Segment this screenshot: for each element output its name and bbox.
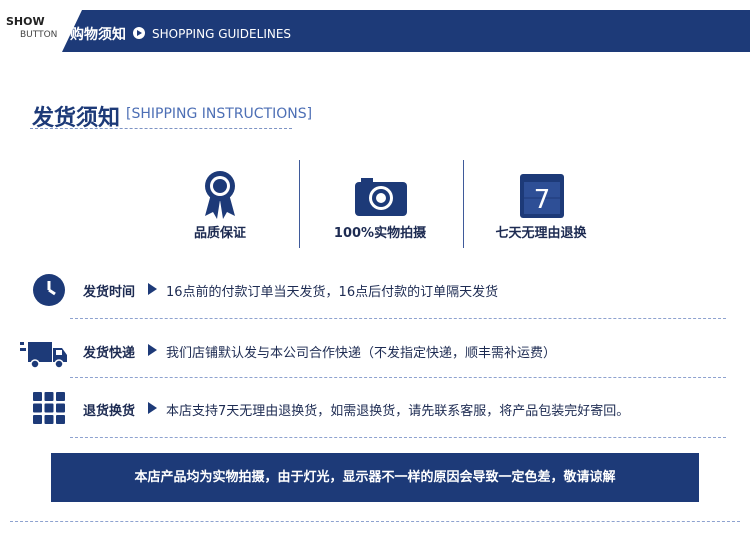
calendar-number: 7 [534,185,551,215]
header-title: 购物须知 [70,27,126,43]
section-subtitle: [SHIPPING INSTRUCTIONS] [126,106,313,122]
camera-icon [355,178,407,216]
header-subtitle: SHOPPING GUIDELINES [152,27,292,41]
truck-icon [20,342,67,369]
row-text-courier: 我们店铺默认发与本公司合作快递（不发指定快递，顺丰需补运费） [166,346,557,361]
divider [299,160,300,248]
calendar-7-icon: 7 [520,174,564,218]
row-text-ship-time: 16点前的付款订单当天发货，16点后付款的订单隔天发货 [166,285,499,300]
row-divider [70,437,726,438]
title-underline [30,128,292,129]
row-text-returns: 本店支持7天无理由退换货，如需退换货，请先联系客服，将产品包装完好寄回。 [166,404,630,419]
feature-label: 100%实物拍摄 [333,226,427,241]
feature-label: 七天无理由退换 [495,226,587,241]
row-label-returns: 退货换货 [83,404,136,419]
row-divider [70,318,726,319]
feature-quality: 品质保证 [145,168,295,248]
row-label-courier: 发货快递 [83,346,136,361]
divider [463,160,464,248]
clock-icon [33,274,65,306]
medal-icon [205,171,235,219]
logo-text-top: SHOW [6,15,45,28]
arrow-icon [148,283,157,295]
notice-banner: 本店产品均为实物拍摄，由于灯光，显示器不一样的原因会导致一定色差，敬请谅解 [51,453,699,502]
row-divider [70,377,726,378]
header-bar: SHOW BUTTON 购物须知 SHOPPING GUIDELINES [0,10,750,52]
row-label-ship-time: 发货时间 [83,285,136,300]
grid-icon [33,392,65,424]
feature-label: 品质保证 [193,226,246,241]
arrow-icon [148,344,157,356]
logo-text-bottom: BUTTON [20,30,58,40]
arrow-icon [148,402,157,414]
feature-real-photo: 100%实物拍摄 [305,168,455,248]
brand-logo: SHOW BUTTON [0,10,82,52]
feature-seven-day-return: 7 七天无理由退换 [466,168,616,248]
play-arrow-icon [133,27,145,39]
bottom-divider [10,521,740,522]
